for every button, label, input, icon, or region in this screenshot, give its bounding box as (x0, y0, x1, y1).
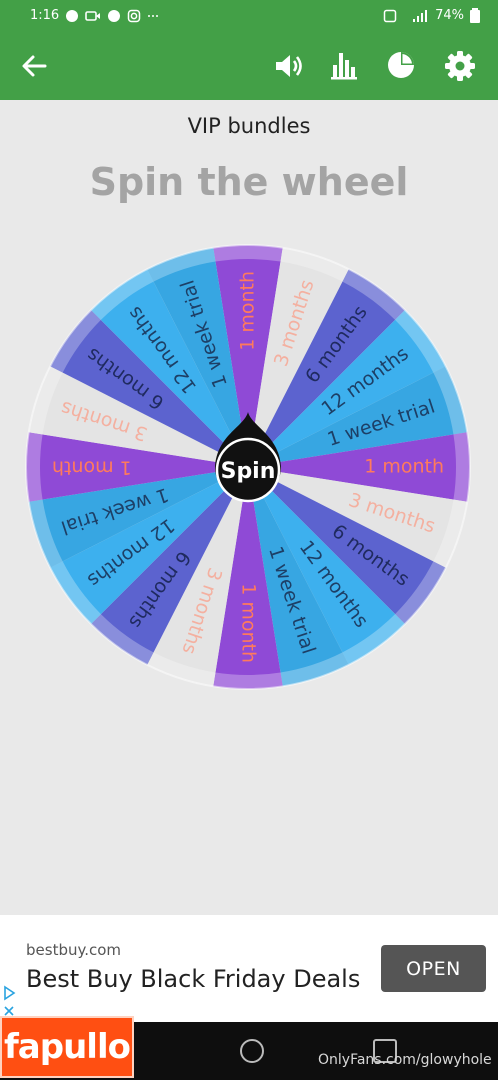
video-icon (85, 10, 101, 21)
watermark-logo: fapullo (0, 1016, 134, 1078)
ad-banner[interactable]: bestbuy.com Best Buy Black Friday Deals … (0, 915, 498, 1022)
wheel-segment-label: 1 month (364, 456, 444, 478)
facebook-icon (108, 9, 121, 22)
wheel-graphic[interactable]: 1 month 3 months6 months12 months1 week t… (23, 242, 473, 692)
back-arrow-icon[interactable] (20, 52, 48, 80)
instagram-icon (127, 9, 141, 22)
signal-icon (413, 9, 428, 22)
watermark-text: OnlyFans.com/glowyhole (318, 1052, 492, 1068)
ad-url[interactable]: bestbuy.com (26, 941, 121, 959)
spin-label[interactable]: Spin (221, 459, 276, 484)
gear-icon[interactable] (444, 50, 476, 82)
wheel-segment-label: 1 month (237, 271, 259, 351)
nfc-icon (383, 9, 397, 22)
pie-chart-icon[interactable] (386, 50, 416, 80)
home-button[interactable] (240, 1039, 264, 1063)
spin-wheel[interactable]: 1 month 3 months 6 months 12 months 1 week t… (23, 242, 473, 692)
battery-percent: 74% (435, 8, 464, 23)
battery-icon (470, 8, 480, 23)
sound-icon[interactable] (273, 50, 305, 82)
status-bar: 1:16 74% (0, 0, 498, 32)
status-right: 74% (383, 8, 480, 23)
ad-choices-icon[interactable] (2, 985, 18, 1019)
page-title: Spin the wheel (89, 160, 409, 204)
wheel-segment-label: 1 month (52, 457, 132, 479)
ad-open-button[interactable]: OPEN (381, 945, 486, 992)
messenger-icon (66, 9, 79, 22)
app-bar (0, 32, 498, 100)
more-notifications-icon (148, 14, 159, 17)
stats-icon[interactable] (330, 50, 358, 80)
status-time: 1:16 (30, 8, 60, 23)
status-left: 1:16 (30, 8, 161, 23)
ad-headline[interactable]: Best Buy Black Friday Deals (26, 965, 362, 993)
wheel-segment-label: 1 month (238, 583, 260, 663)
page-subtitle: VIP bundles (187, 114, 311, 138)
